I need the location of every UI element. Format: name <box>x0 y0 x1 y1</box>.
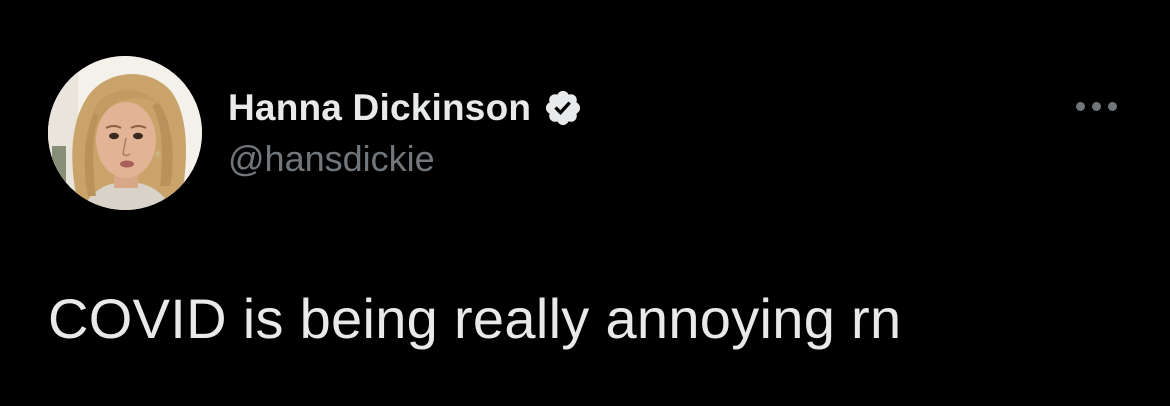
tweet-header: Hanna Dickinson @hansdickie <box>228 84 583 180</box>
author-handle[interactable]: @hansdickie <box>228 138 583 180</box>
tweet-card: Hanna Dickinson @hansdickie COVID is bei… <box>0 0 1170 406</box>
more-horizontal-icon <box>1075 101 1117 111</box>
avatar-image <box>48 56 202 210</box>
more-dot <box>1107 101 1117 111</box>
more-dot <box>1075 101 1085 111</box>
tweet-text: COVID is being really annoying rn <box>48 287 902 350</box>
verified-badge-icon <box>543 88 583 128</box>
more-dot <box>1091 101 1101 111</box>
more-options-button[interactable] <box>1068 94 1124 118</box>
author-avatar[interactable] <box>48 56 202 210</box>
author-name-row: Hanna Dickinson <box>228 84 583 132</box>
author-display-name[interactable]: Hanna Dickinson <box>228 87 531 129</box>
